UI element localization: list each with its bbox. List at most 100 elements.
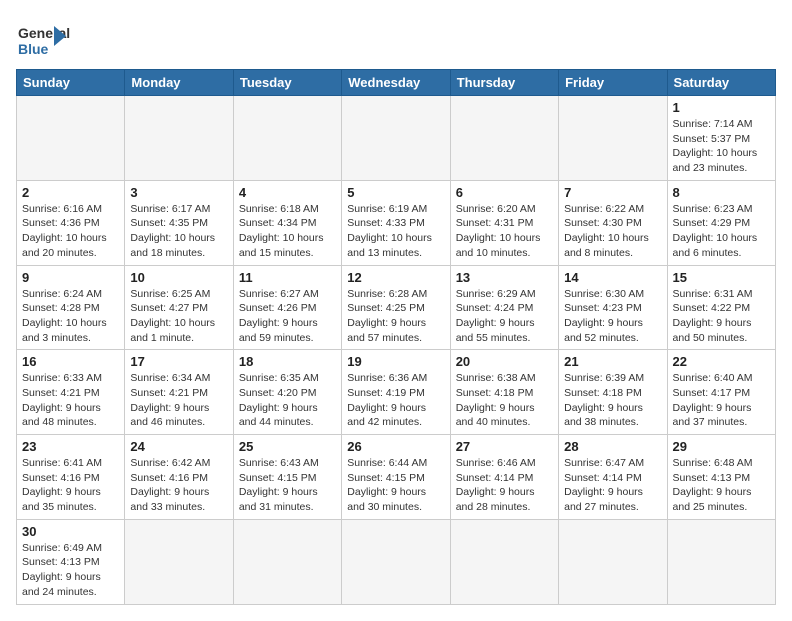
calendar-week-row: 30 Sunrise: 6:49 AM Sunset: 4:13 PM Dayli… [17,519,776,604]
day-number: 7 [564,185,661,200]
day-number: 26 [347,439,444,454]
calendar-day-cell [450,96,558,181]
day-info: Sunrise: 6:40 AM Sunset: 4:17 PM Dayligh… [673,371,770,430]
header: General Blue [16,16,776,61]
weekday-header-saturday: Saturday [667,70,775,96]
day-info: Sunrise: 6:19 AM Sunset: 4:33 PM Dayligh… [347,202,444,261]
day-info: Sunrise: 6:31 AM Sunset: 4:22 PM Dayligh… [673,287,770,346]
calendar-day-cell: 13Sunrise: 6:29 AM Sunset: 4:24 PM Dayli… [450,265,558,350]
calendar-day-cell: 1 Sunrise: 7:14 AM Sunset: 5:37 PM Daylig… [667,96,775,181]
calendar-day-cell: 25 Sunrise: 6:43 AM Sunset: 4:15 PM Dayli… [233,435,341,520]
day-info: Sunrise: 6:20 AM Sunset: 4:31 PM Dayligh… [456,202,553,261]
calendar-week-row: 2Sunrise: 6:16 AM Sunset: 4:36 PM Daylig… [17,180,776,265]
day-number: 14 [564,270,661,285]
calendar-day-cell: 5 Sunrise: 6:19 AM Sunset: 4:33 PM Daylig… [342,180,450,265]
svg-text:Blue: Blue [18,41,49,57]
calendar-day-cell [450,519,558,604]
day-number: 3 [130,185,227,200]
day-info: Sunrise: 6:18 AM Sunset: 4:34 PM Dayligh… [239,202,336,261]
calendar-day-cell: 19 Sunrise: 6:36 AM Sunset: 4:19 PM Dayli… [342,350,450,435]
day-number: 4 [239,185,336,200]
day-info: Sunrise: 6:49 AM Sunset: 4:13 PM Dayligh… [22,541,119,600]
calendar-day-cell: 28 Sunrise: 6:47 AM Sunset: 4:14 PM Dayli… [559,435,667,520]
day-info: Sunrise: 6:36 AM Sunset: 4:19 PM Dayligh… [347,371,444,430]
day-number: 10 [130,270,227,285]
calendar-day-cell: 17Sunrise: 6:34 AM Sunset: 4:21 PM Dayli… [125,350,233,435]
calendar-day-cell: 18Sunrise: 6:35 AM Sunset: 4:20 PM Dayli… [233,350,341,435]
calendar-day-cell: 30 Sunrise: 6:49 AM Sunset: 4:13 PM Dayli… [17,519,125,604]
day-number: 19 [347,354,444,369]
weekday-header-wednesday: Wednesday [342,70,450,96]
day-number: 11 [239,270,336,285]
calendar-day-cell: 7 Sunrise: 6:22 AM Sunset: 4:30 PM Daylig… [559,180,667,265]
calendar-week-row: 23Sunrise: 6:41 AM Sunset: 4:16 PM Dayli… [17,435,776,520]
day-info: Sunrise: 6:22 AM Sunset: 4:30 PM Dayligh… [564,202,661,261]
day-number: 18 [239,354,336,369]
calendar-day-cell [125,519,233,604]
calendar-day-cell [342,519,450,604]
calendar-day-cell: 3 Sunrise: 6:17 AM Sunset: 4:35 PM Daylig… [125,180,233,265]
day-number: 1 [673,100,770,115]
day-info: Sunrise: 6:39 AM Sunset: 4:18 PM Dayligh… [564,371,661,430]
calendar-day-cell [17,96,125,181]
day-info: Sunrise: 6:33 AM Sunset: 4:21 PM Dayligh… [22,371,119,430]
day-number: 24 [130,439,227,454]
calendar-day-cell: 24Sunrise: 6:42 AM Sunset: 4:16 PM Dayli… [125,435,233,520]
day-info: Sunrise: 6:29 AM Sunset: 4:24 PM Dayligh… [456,287,553,346]
day-info: Sunrise: 6:30 AM Sunset: 4:23 PM Dayligh… [564,287,661,346]
day-number: 30 [22,524,119,539]
calendar-day-cell: 27Sunrise: 6:46 AM Sunset: 4:14 PM Dayli… [450,435,558,520]
day-info: Sunrise: 6:34 AM Sunset: 4:21 PM Dayligh… [130,371,227,430]
calendar-day-cell [667,519,775,604]
calendar-day-cell [342,96,450,181]
day-info: Sunrise: 6:44 AM Sunset: 4:15 PM Dayligh… [347,456,444,515]
day-info: Sunrise: 6:38 AM Sunset: 4:18 PM Dayligh… [456,371,553,430]
calendar-day-cell [233,96,341,181]
logo: General Blue [16,16,96,61]
calendar-day-cell: 2Sunrise: 6:16 AM Sunset: 4:36 PM Daylig… [17,180,125,265]
calendar-day-cell: 12 Sunrise: 6:28 AM Sunset: 4:25 PM Dayli… [342,265,450,350]
day-number: 12 [347,270,444,285]
calendar-day-cell: 14 Sunrise: 6:30 AM Sunset: 4:23 PM Dayli… [559,265,667,350]
calendar-day-cell [559,96,667,181]
generalblue-logo-icon: General Blue [16,16,96,61]
day-info: Sunrise: 6:27 AM Sunset: 4:26 PM Dayligh… [239,287,336,346]
day-number: 28 [564,439,661,454]
day-number: 20 [456,354,553,369]
calendar-day-cell: 26 Sunrise: 6:44 AM Sunset: 4:15 PM Dayli… [342,435,450,520]
calendar-day-cell: 11 Sunrise: 6:27 AM Sunset: 4:26 PM Dayli… [233,265,341,350]
calendar-day-cell: 15 Sunrise: 6:31 AM Sunset: 4:22 PM Dayli… [667,265,775,350]
day-number: 6 [456,185,553,200]
calendar-day-cell [125,96,233,181]
calendar-day-cell: 29 Sunrise: 6:48 AM Sunset: 4:13 PM Dayli… [667,435,775,520]
day-number: 21 [564,354,661,369]
calendar-day-cell: 20 Sunrise: 6:38 AM Sunset: 4:18 PM Dayli… [450,350,558,435]
day-info: Sunrise: 6:47 AM Sunset: 4:14 PM Dayligh… [564,456,661,515]
weekday-header-sunday: Sunday [17,70,125,96]
day-info: Sunrise: 6:41 AM Sunset: 4:16 PM Dayligh… [22,456,119,515]
day-number: 15 [673,270,770,285]
weekday-header-friday: Friday [559,70,667,96]
day-number: 9 [22,270,119,285]
calendar-day-cell: 4 Sunrise: 6:18 AM Sunset: 4:34 PM Daylig… [233,180,341,265]
day-number: 25 [239,439,336,454]
calendar-day-cell [559,519,667,604]
day-info: Sunrise: 6:24 AM Sunset: 4:28 PM Dayligh… [22,287,119,346]
day-info: Sunrise: 6:43 AM Sunset: 4:15 PM Dayligh… [239,456,336,515]
calendar-day-cell: 9 Sunrise: 6:24 AM Sunset: 4:28 PM Daylig… [17,265,125,350]
calendar-day-cell [233,519,341,604]
calendar-day-cell: 21 Sunrise: 6:39 AM Sunset: 4:18 PM Dayli… [559,350,667,435]
day-info: Sunrise: 6:48 AM Sunset: 4:13 PM Dayligh… [673,456,770,515]
day-info: Sunrise: 6:28 AM Sunset: 4:25 PM Dayligh… [347,287,444,346]
day-number: 5 [347,185,444,200]
day-info: Sunrise: 7:14 AM Sunset: 5:37 PM Dayligh… [673,117,770,176]
calendar-day-cell: 6 Sunrise: 6:20 AM Sunset: 4:31 PM Daylig… [450,180,558,265]
day-info: Sunrise: 6:17 AM Sunset: 4:35 PM Dayligh… [130,202,227,261]
weekday-header-tuesday: Tuesday [233,70,341,96]
day-number: 29 [673,439,770,454]
day-number: 22 [673,354,770,369]
day-number: 27 [456,439,553,454]
day-info: Sunrise: 6:23 AM Sunset: 4:29 PM Dayligh… [673,202,770,261]
weekday-header-thursday: Thursday [450,70,558,96]
day-number: 16 [22,354,119,369]
